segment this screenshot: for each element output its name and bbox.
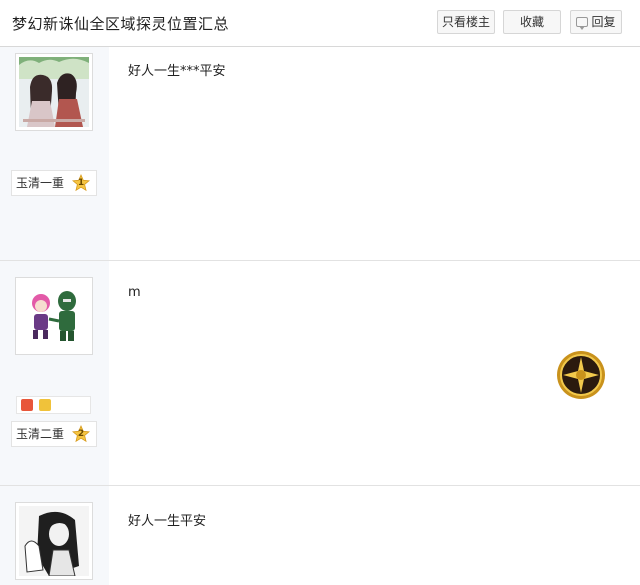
post: 好人一生平安 — [0, 486, 640, 585]
medal-emblem-icon — [555, 349, 607, 401]
level-number: 2 — [77, 429, 85, 439]
reply-label: 回复 — [591, 15, 616, 29]
post-content: 好人一生***平安 — [128, 64, 226, 79]
post: 玉清一重 1 好人一生***平安 — [0, 47, 640, 261]
author-panel — [0, 486, 109, 585]
post-content: m — [128, 285, 141, 300]
favorite-button[interactable]: 收藏 — [503, 10, 561, 34]
badge-bar — [16, 396, 91, 414]
avatar[interactable] — [15, 277, 93, 355]
author-name-box[interactable]: 玉清二重 2 — [11, 421, 97, 447]
author-panel: 玉清二重 2 — [0, 261, 109, 485]
author-name: 玉清二重 — [16, 427, 65, 441]
avatar[interactable] — [15, 502, 93, 580]
reply-icon — [576, 17, 589, 30]
avatar-image — [19, 506, 89, 576]
reply-button[interactable]: 回复 — [570, 10, 622, 34]
avatar[interactable] — [15, 53, 93, 131]
avatar-image — [19, 281, 89, 351]
thread-header: 梦幻新诛仙全区域探灵位置汇总 只看楼主 收藏 回复 — [0, 0, 640, 47]
author-panel: 玉清一重 1 — [0, 47, 109, 260]
level-star-icon: 1 — [72, 173, 90, 192]
author-name: 玉清一重 — [16, 176, 65, 190]
author-name-box[interactable]: 玉清一重 1 — [11, 170, 97, 196]
level-star-icon: 2 — [72, 424, 90, 443]
only-op-button[interactable]: 只看楼主 — [437, 10, 495, 34]
avatar-image — [19, 57, 89, 127]
post: 玉清二重 2 m — [0, 261, 640, 486]
level-number: 1 — [77, 178, 85, 188]
gift-badge-icon[interactable] — [39, 399, 51, 411]
post-content: 好人一生平安 — [128, 514, 207, 529]
gamepad-badge-icon[interactable] — [21, 399, 33, 411]
thread-title: 梦幻新诛仙全区域探灵位置汇总 — [12, 15, 230, 33]
